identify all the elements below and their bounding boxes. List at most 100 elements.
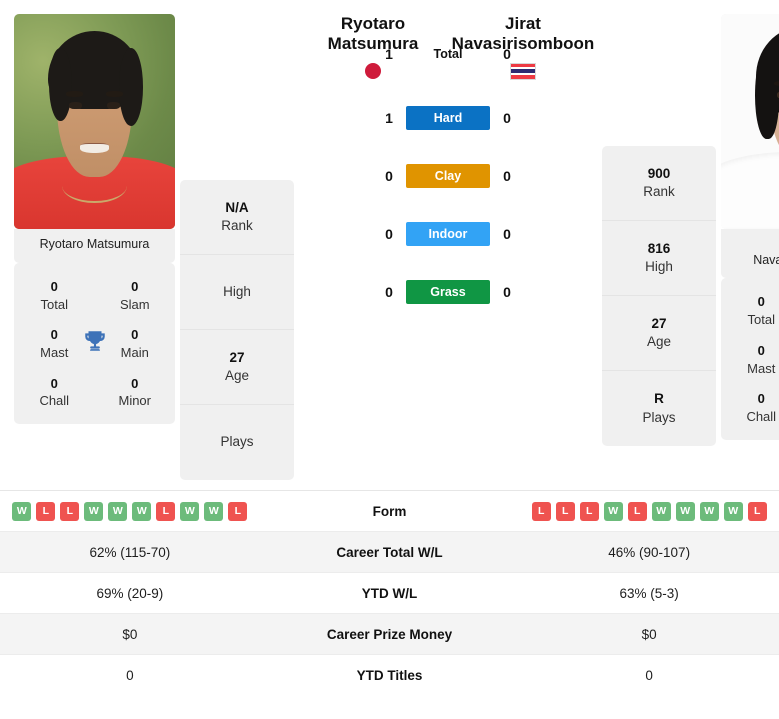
- form-badge-loss: L: [531, 501, 551, 521]
- left-info-rank: N/A Rank: [180, 180, 294, 255]
- h2h-total-right-score: 0: [503, 45, 511, 62]
- form-badge-loss: L: [555, 501, 575, 521]
- row-label-career-prize-money: Career Prize Money: [326, 626, 453, 642]
- h2h-hard-badge[interactable]: Hard: [406, 105, 490, 130]
- left-title-minor-value: 0: [131, 375, 139, 391]
- comparison-header: Ryotaro Matsumura 0 Total 0 Slam 0 Mast: [0, 0, 779, 490]
- right-form-cell: LLLWLWWWWL: [519, 501, 779, 521]
- right-title-mast-label: Mast: [747, 360, 776, 376]
- right-info-rank: 900 Rank: [602, 146, 716, 221]
- table-row-ytd-wl: 69% (20-9) YTD W/L 63% (5-3): [0, 573, 779, 614]
- left-player-first-name: Ryotaro: [340, 14, 406, 33]
- right-info-plays: R Plays: [602, 371, 716, 446]
- left-info-rank-value: N/A: [225, 199, 249, 215]
- form-badge-loss: L: [747, 501, 767, 521]
- left-title-total-value: 0: [50, 278, 58, 294]
- h2h-total-left-score: 1: [385, 45, 393, 62]
- right-title-chall-value: 0: [757, 391, 765, 407]
- left-info-high: High: [180, 255, 294, 330]
- form-badge-loss: L: [60, 501, 80, 521]
- left-ytd-titles: 0: [126, 668, 134, 683]
- left-ytd-wl: 69% (20-9): [96, 585, 164, 601]
- left-player-info-column: N/A Rank High 27 Age Plays: [180, 180, 294, 480]
- right-info-high-value: 816: [647, 240, 671, 256]
- trophy-icon: [82, 328, 108, 354]
- right-player-photo-name: Jirat Navasirisomboon: [721, 229, 779, 279]
- form-badge-loss: L: [228, 501, 248, 521]
- head-to-head-column: Ryotaro Matsumura Jirat Navasirisomboon: [294, 14, 602, 316]
- form-badge-loss: L: [627, 501, 647, 521]
- right-player-column: Jirat Navasirisomboon 0 Total 0 Slam 0 M…: [721, 14, 779, 440]
- left-player-column: Ryotaro Matsumura 0 Total 0 Slam 0 Mast: [14, 14, 175, 424]
- left-title-minor-label: Minor: [118, 393, 151, 409]
- form-badge-win: W: [84, 501, 104, 521]
- right-player-photo-card[interactable]: [721, 14, 779, 229]
- left-info-plays-label: Plays: [220, 434, 254, 450]
- form-badge-loss: L: [156, 501, 176, 521]
- right-info-plays-label: Plays: [642, 409, 676, 425]
- right-title-mast-value: 0: [757, 342, 765, 358]
- right-info-age-value: 27: [651, 315, 667, 331]
- jirat-navasirisomboon-photo: [721, 14, 779, 229]
- right-title-total-value: 0: [757, 294, 765, 310]
- right-title-total-label: Total: [747, 312, 775, 328]
- left-title-total: 0 Total: [14, 279, 95, 313]
- left-player-titles-card: 0 Total 0 Slam 0 Mast 0 Main 0 Chall 0 M…: [14, 262, 176, 424]
- right-career-prize-money: $0: [641, 626, 657, 642]
- right-ytd-wl: 63% (5-3): [619, 585, 679, 601]
- h2h-clay-left-score: 0: [385, 167, 393, 184]
- comparison-table: WLLWWWLWWL Form LLLWLWWWWL 62% (115-70) …: [0, 490, 779, 696]
- form-badge-win: W: [180, 501, 200, 521]
- h2h-row-indoor: 0 Indoor 0: [298, 221, 598, 246]
- left-title-slam-value: 0: [131, 278, 139, 294]
- left-career-total-wl: 62% (115-70): [89, 544, 171, 560]
- right-info-age-label: Age: [646, 334, 672, 349]
- row-label-career-total-wl: Career Total W/L: [336, 544, 443, 560]
- form-badge-win: W: [699, 501, 719, 521]
- h2h-indoor-left-score: 0: [385, 225, 393, 242]
- h2h-row-clay: 0 Clay 0: [298, 163, 598, 188]
- table-row-form: WLLWWWLWWL Form LLLWLWWWWL: [0, 491, 779, 532]
- left-info-high-label: High: [223, 283, 251, 299]
- form-badge-win: W: [675, 501, 695, 521]
- right-info-rank-value: 900: [647, 165, 671, 181]
- left-info-age-label: Age: [224, 368, 250, 383]
- right-info-age: 27 Age: [602, 296, 716, 371]
- left-form-badges: WLLWWWLWWL: [0, 501, 260, 521]
- h2h-row-grass: 0 Grass 0: [298, 279, 598, 304]
- right-player-first-name: Jirat: [505, 14, 541, 33]
- thailand-flag-icon: [510, 62, 536, 80]
- h2h-indoor-badge[interactable]: Indoor: [406, 221, 490, 246]
- right-title-chall: 0 Chall: [721, 391, 779, 425]
- h2h-grass-right-score: 0: [503, 283, 511, 300]
- left-player-photo-name: Ryotaro Matsumura: [14, 229, 175, 263]
- form-badge-win: W: [204, 501, 224, 521]
- right-ytd-titles: 0: [645, 668, 653, 683]
- h2h-grass-badge[interactable]: Grass: [406, 279, 490, 304]
- right-form-badges: LLLWLWWWWL: [519, 501, 779, 521]
- right-title-total: 0 Total: [721, 294, 779, 328]
- player-comparison-page: Ryotaro Matsumura 0 Total 0 Slam 0 Mast: [0, 0, 779, 719]
- japan-flag-icon: [365, 62, 381, 79]
- form-badge-win: W: [108, 501, 128, 521]
- left-title-chall-value: 0: [50, 375, 58, 391]
- h2h-hard-left-score: 1: [385, 109, 393, 126]
- left-title-chall: 0 Chall: [14, 376, 95, 410]
- table-row-career-total-wl: 62% (115-70) Career Total W/L 46% (90-10…: [0, 532, 779, 573]
- h2h-clay-badge[interactable]: Clay: [406, 163, 490, 188]
- form-badge-win: W: [132, 501, 152, 521]
- form-badge-win: W: [603, 501, 623, 521]
- h2h-indoor-right-score: 0: [503, 225, 511, 242]
- right-info-high: 816 High: [602, 221, 716, 296]
- table-row-career-prize-money: $0 Career Prize Money $0: [0, 614, 779, 655]
- left-player-photo-card[interactable]: [14, 14, 175, 229]
- left-title-minor: 0 Minor: [95, 376, 176, 410]
- h2h-total-label: Total: [433, 46, 463, 61]
- row-label-ytd-titles: YTD Titles: [356, 668, 423, 683]
- h2h-clay-right-score: 0: [503, 167, 511, 184]
- left-info-plays: Plays: [180, 405, 294, 480]
- row-label-ytd-wl: YTD W/L: [361, 585, 418, 601]
- table-row-ytd-titles: 0 YTD Titles 0: [0, 655, 779, 696]
- right-info-plays-value: R: [654, 391, 664, 407]
- right-photo-last-name: Navasirisomboon: [753, 252, 779, 267]
